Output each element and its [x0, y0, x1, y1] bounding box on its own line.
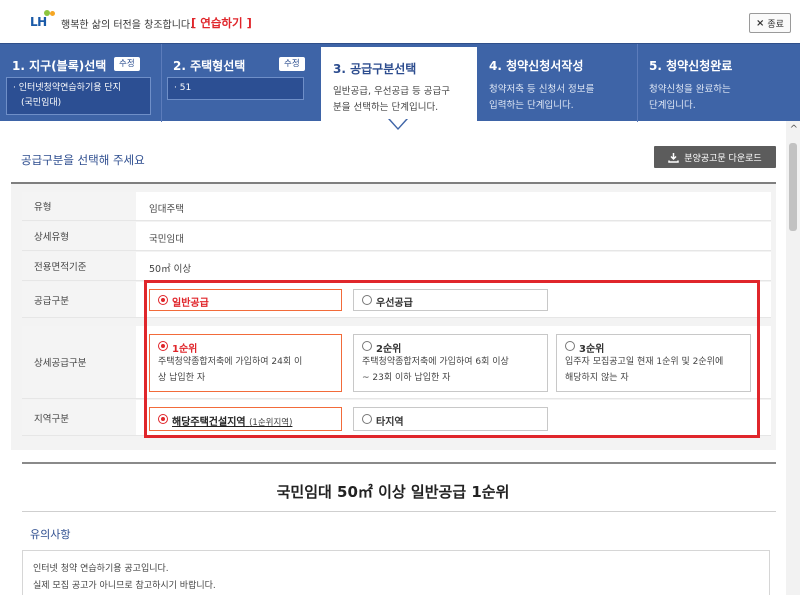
step-2: 2. 주택형선택 수정 · 51 — [161, 44, 321, 122]
region-option-local[interactable]: 해당주택건설지역 (1순위지역) — [149, 407, 342, 431]
step-4-desc-line-2: 입력하는 단계입니다. — [489, 100, 574, 111]
detail-option-rank-3[interactable]: 3순위 입주자 모집공고일 현재 1순위 및 2순위에 해당하지 않는 자 — [556, 334, 751, 392]
info-row-value: 국민임대 — [149, 234, 184, 245]
download-label: 분양공고문 다운로드 — [684, 153, 762, 164]
region-option-other[interactable]: 타지역 — [353, 407, 548, 431]
scrollbar-thumb[interactable] — [789, 143, 797, 231]
region-option-sub: (1순위지역) — [249, 418, 293, 428]
step-4-description: 청약저축 등 신청서 정보를 입력하는 단계입니다. — [489, 82, 594, 114]
region-option-label: 타지역 — [376, 417, 404, 428]
supply-option-label: 우선공급 — [376, 298, 413, 309]
radio-icon — [362, 341, 372, 351]
close-button[interactable]: × 종료 — [749, 13, 791, 33]
section-divider — [22, 462, 776, 464]
step-3-description: 일반공급, 우선공급 등 공급구 분을 선택하는 단계입니다. — [333, 84, 450, 116]
detail-option-rank-1[interactable]: 1순위 주택청약종합저축에 가입하여 24회 이 상 납입한 자 — [149, 334, 342, 392]
notice-title: 유의사항 — [30, 528, 71, 541]
radio-selected-icon — [158, 295, 168, 305]
lh-logo: LH — [30, 10, 58, 32]
step-2-selection-box: · 51 — [167, 77, 304, 100]
info-row-area: 전용면적기준 50㎡ 이상 — [22, 252, 771, 281]
supply-option-general[interactable]: 일반공급 — [149, 289, 342, 311]
download-icon — [668, 152, 680, 163]
supply-option-priority[interactable]: 우선공급 — [353, 289, 548, 311]
desc-line: 입주자 모집공고일 현재 1순위 및 2순위에 — [565, 357, 724, 367]
step-1-selection-line-1: · 인터넷청약연습하기용 단지 — [13, 83, 121, 93]
close-icon: × — [756, 17, 765, 29]
detail-option-title: 1순위 — [172, 344, 198, 355]
step-5-title: 5. 청약신청완료 — [649, 59, 733, 73]
step-1-edit-button[interactable]: 수정 — [114, 57, 140, 71]
desc-line: 상 납입한 자 — [158, 373, 206, 383]
supply-label: 공급구분 — [22, 282, 136, 317]
close-label: 종료 — [767, 19, 784, 30]
radio-selected-icon — [158, 414, 168, 424]
info-row-label: 전용면적기준 — [22, 252, 136, 280]
info-row-value: 50㎡ 이상 — [149, 264, 192, 275]
supply-option-label: 일반공급 — [172, 298, 209, 309]
info-row-value: 임대주택 — [149, 204, 184, 215]
step-progress-bar: 1. 지구(블록)선택 수정 · 인터넷청약연습하기용 단지 (국민임대) 2.… — [0, 43, 800, 122]
step-5-desc-line-2: 단계입니다. — [649, 100, 696, 111]
section-title: 공급구분을 선택해 주세요 — [21, 153, 145, 167]
region-label: 지역구분 — [22, 400, 136, 435]
section-divider-thin — [22, 511, 776, 512]
radio-icon — [565, 341, 575, 351]
step-2-edit-button[interactable]: 수정 — [279, 57, 305, 71]
step-5: 5. 청약신청완료 청약신청을 완료하는 단계입니다. — [637, 44, 800, 122]
info-row-label: 유형 — [22, 192, 136, 220]
notice-line: 인터넷 청약 연습하기용 공고입니다. — [33, 564, 169, 574]
radio-selected-icon — [158, 341, 168, 351]
logo-text: LH — [30, 15, 47, 29]
detail-option-rank-2[interactable]: 2순위 주택청약종합저축에 가입하여 6회 이상 ~ 23회 이하 납입한 자 — [353, 334, 548, 392]
step-5-description: 청약신청을 완료하는 단계입니다. — [649, 82, 731, 114]
desc-line: 해당하지 않는 자 — [565, 373, 629, 383]
step-4-desc-line-1: 청약저축 등 신청서 정보를 — [489, 84, 595, 95]
detail-option-title: 3순위 — [579, 344, 605, 355]
step-2-title: 2. 주택형선택 — [173, 59, 246, 73]
logo-dot-orange — [50, 11, 55, 16]
practice-label: [ 연습하기 ] — [191, 16, 252, 30]
region-option-label: 해당주택건설지역 (1순위지역) — [172, 413, 292, 428]
step-3-desc-line-2: 분을 선택하는 단계입니다. — [333, 102, 439, 113]
step-1-selection-line-2: (국민임대) — [21, 98, 62, 108]
step-3-title: 3. 공급구분선택 — [333, 62, 417, 76]
scroll-up-icon[interactable]: ^ — [790, 124, 798, 135]
result-title: 국민임대 50㎡ 이상 일반공급 1순위 — [276, 483, 510, 501]
step-2-selection-line-1: · 51 — [174, 83, 192, 93]
notice-line: 실제 모집 공고가 아니므로 참고하시기 바랍니다. — [33, 581, 216, 591]
step-4: 4. 청약신청서작성 청약저축 등 신청서 정보를 입력하는 단계입니다. — [477, 44, 637, 122]
download-notice-button[interactable]: 분양공고문 다운로드 — [654, 146, 776, 168]
detail-option-desc: 입주자 모집공고일 현재 1순위 및 2순위에 해당하지 않는 자 — [565, 354, 745, 386]
desc-line: 주택청약종합저축에 가입하여 6회 이상 — [362, 357, 509, 367]
step-3-desc-line-1: 일반공급, 우선공급 등 공급구 — [333, 86, 450, 97]
desc-line: 주택청약종합저축에 가입하여 24회 이 — [158, 357, 303, 367]
step-1-selection-box: · 인터넷청약연습하기용 단지 (국민임대) — [6, 77, 151, 115]
slogan: 행복한 삶의 터전을 창조합니다. — [61, 20, 194, 31]
step-3-current: 3. 공급구분선택 일반공급, 우선공급 등 공급구 분을 선택하는 단계입니다… — [321, 44, 477, 122]
step-4-title: 4. 청약신청서작성 — [489, 59, 584, 73]
detail-supply-label: 상세공급구분 — [22, 326, 136, 398]
detail-option-title: 2순위 — [376, 344, 402, 355]
notice-box: 인터넷 청약 연습하기용 공고입니다. 실제 모집 공고가 아니므로 참고하시기… — [22, 550, 770, 595]
step-5-desc-line-1: 청약신청을 완료하는 — [649, 84, 731, 95]
step-1: 1. 지구(블록)선택 수정 · 인터넷청약연습하기용 단지 (국민임대) — [0, 44, 161, 122]
top-bar: LH 행복한 삶의 터전을 창조합니다. [ 연습하기 ] × 종료 — [0, 0, 800, 43]
info-row-detail-type: 상세유형 국민임대 — [22, 222, 771, 251]
detail-option-desc: 주택청약종합저축에 가입하여 24회 이 상 납입한 자 — [158, 354, 338, 386]
desc-line: ~ 23회 이하 납입한 자 — [362, 373, 451, 383]
info-row-type: 유형 임대주택 — [22, 192, 771, 221]
step-1-title: 1. 지구(블록)선택 — [12, 59, 107, 73]
current-step-pointer-inner — [390, 119, 406, 128]
info-row-label: 상세유형 — [22, 222, 136, 250]
region-option-title: 해당주택건설지역 — [172, 417, 246, 428]
radio-icon — [362, 414, 372, 424]
radio-icon — [362, 295, 372, 305]
detail-option-desc: 주택청약종합저축에 가입하여 6회 이상 ~ 23회 이하 납입한 자 — [362, 354, 542, 386]
